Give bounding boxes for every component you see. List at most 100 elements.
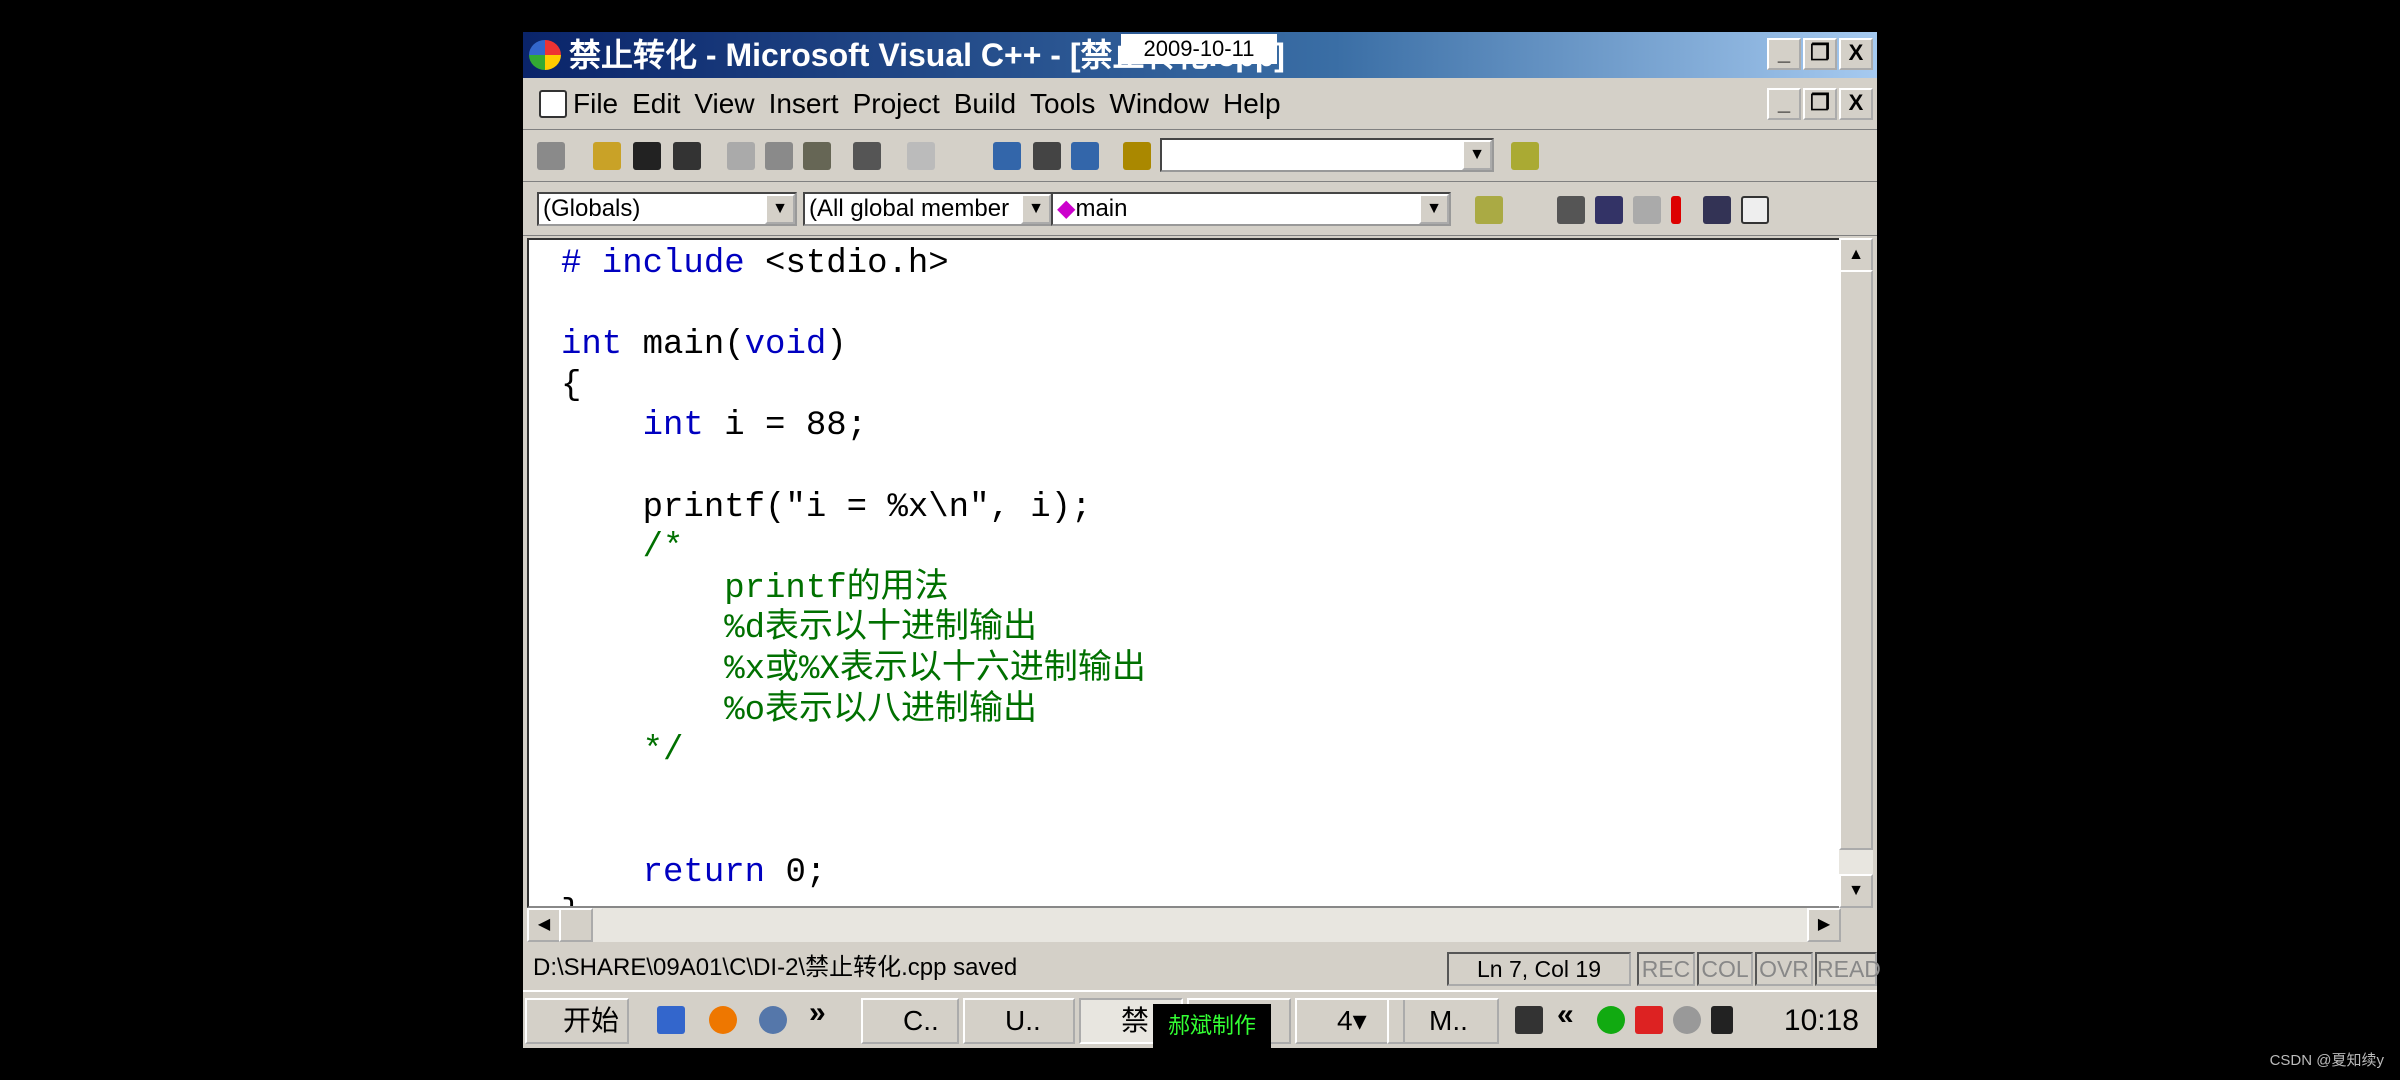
task-button[interactable]: M.. <box>1387 998 1499 1044</box>
chevron-down-icon[interactable]: ▼ <box>1021 194 1051 224</box>
menu-build[interactable]: Build <box>954 88 1016 120</box>
binoculars-icon[interactable] <box>1511 142 1539 170</box>
keyword: int <box>642 407 704 446</box>
doc-restore-button[interactable]: ❐ <box>1803 88 1837 120</box>
comment: /* <box>561 529 684 568</box>
chevron-down-icon[interactable]: ▼ <box>1462 140 1492 170</box>
close-button[interactable]: X <box>1839 38 1873 70</box>
menu-tools[interactable]: Tools <box>1030 88 1095 120</box>
code-line: printf的用法 <box>561 569 1146 610</box>
keyword: # include <box>561 245 766 283</box>
code-text: ) <box>826 326 847 365</box>
ovr-indicator: OVR <box>1755 952 1813 986</box>
code-text: 0; <box>765 853 827 892</box>
code-text: i = 88; <box>703 407 868 446</box>
comment: %d表示以十进制输出 <box>561 610 1038 649</box>
compile-icon[interactable] <box>1557 196 1585 224</box>
keyboard-icon[interactable] <box>1515 1006 1543 1034</box>
rec-indicator: REC <box>1637 952 1695 986</box>
window-list-icon[interactable] <box>1071 142 1099 170</box>
scroll-thumb-h[interactable] <box>559 908 593 942</box>
code-text: } <box>561 895 581 907</box>
function-combo[interactable]: ◆main ▼ <box>1051 192 1451 226</box>
code-line: int main(void) <box>561 325 1146 366</box>
execute-icon[interactable] <box>1671 196 1681 224</box>
wizard-bar: (Globals) ▼ (All global member ▼ ◆main ▼ <box>523 182 1877 236</box>
start-button[interactable]: 开始 <box>525 998 629 1044</box>
menu-bar: File Edit View Insert Project Build Tool… <box>523 78 1877 130</box>
tray-green-icon[interactable] <box>1597 1006 1625 1034</box>
copy-icon[interactable] <box>765 142 793 170</box>
tooltip: 郝斌制作 <box>1153 1004 1271 1048</box>
find-in-files-icon[interactable] <box>1123 142 1151 170</box>
menu-edit[interactable]: Edit <box>632 88 680 120</box>
doc-minimize-button[interactable]: _ <box>1767 88 1801 120</box>
code-editor[interactable]: # include <stdio.h> int main(void){ int … <box>527 238 1841 908</box>
scroll-thumb[interactable] <box>1839 270 1873 850</box>
menu-file[interactable]: File <box>573 88 618 120</box>
build-icon[interactable] <box>1595 196 1623 224</box>
ie-icon[interactable] <box>657 1006 685 1034</box>
menu-insert[interactable]: Insert <box>769 88 839 120</box>
scroll-down-icon[interactable]: ▼ <box>1839 874 1873 908</box>
media-player-icon[interactable] <box>759 1006 787 1034</box>
menu-window[interactable]: Window <box>1109 88 1209 120</box>
tray-chevron[interactable]: « <box>1557 998 1574 1032</box>
doc-close-button[interactable]: X <box>1839 88 1873 120</box>
new-file-icon[interactable] <box>537 142 565 170</box>
tray-gear-icon[interactable] <box>1673 1006 1701 1034</box>
scroll-right-icon[interactable]: ▶ <box>1807 908 1841 942</box>
code-line: } <box>561 894 1146 907</box>
output-icon[interactable] <box>1033 142 1061 170</box>
tray-signal-icon[interactable] <box>1711 1006 1733 1034</box>
chevron-down-icon[interactable]: ▼ <box>765 194 795 224</box>
title-bar: 禁止转化 - Microsoft Visual C++ - [禁止转化.cpp]… <box>523 32 1877 78</box>
task-button[interactable]: U.. <box>963 998 1075 1044</box>
undo-icon[interactable] <box>853 142 881 170</box>
menu-project[interactable]: Project <box>853 88 940 120</box>
task-button[interactable]: C.. <box>861 998 959 1044</box>
minimize-button[interactable]: _ <box>1767 38 1801 70</box>
code-text: printf("i = %x\n", i); <box>561 488 1092 527</box>
status-bar: D:\SHARE\09A01\C\DI-2\禁止转化.cpp saved Ln … <box>523 946 1881 990</box>
menu-view[interactable]: View <box>694 88 754 120</box>
stop-build-icon[interactable] <box>1633 196 1661 224</box>
code-line: */ <box>561 731 1146 772</box>
find-combo[interactable]: ▼ <box>1160 138 1494 172</box>
save-icon[interactable] <box>633 142 661 170</box>
restore-button[interactable]: ❐ <box>1803 38 1837 70</box>
workspace-icon[interactable] <box>993 142 1021 170</box>
quicklaunch-chevron[interactable]: » <box>809 996 826 1030</box>
vertical-scrollbar[interactable]: ▲ ▼ <box>1839 238 1873 908</box>
open-icon[interactable] <box>593 142 621 170</box>
members-combo[interactable]: (All global member ▼ <box>803 192 1053 226</box>
code-line: { <box>561 366 1146 407</box>
code-text: main( <box>622 326 745 365</box>
watermark: CSDN @夏知续y <box>2269 1052 2384 1069</box>
firefox-icon[interactable] <box>709 1006 737 1034</box>
comment: printf的用法 <box>561 569 949 608</box>
cut-icon[interactable] <box>727 142 755 170</box>
scroll-left-icon[interactable]: ◀ <box>527 908 561 942</box>
breakpoint-hand-icon[interactable] <box>1741 196 1769 224</box>
chevron-down-icon[interactable]: ▼ <box>1419 194 1449 224</box>
go-icon[interactable] <box>1703 196 1731 224</box>
paste-icon[interactable] <box>803 142 831 170</box>
standard-toolbar: ▼ <box>523 130 1877 182</box>
redo-icon[interactable] <box>907 142 935 170</box>
cursor-position: Ln 7, Col 19 <box>1447 952 1631 986</box>
scroll-up-icon[interactable]: ▲ <box>1839 238 1873 272</box>
wizard-action-icon[interactable] <box>1475 196 1503 224</box>
tray-network-icon[interactable] <box>1635 1006 1663 1034</box>
save-all-icon[interactable] <box>673 142 701 170</box>
code-line: %o表示以八进制输出 <box>561 691 1146 732</box>
menu-help[interactable]: Help <box>1223 88 1281 120</box>
scope-combo[interactable]: (Globals) ▼ <box>537 192 797 226</box>
horizontal-scrollbar[interactable]: ◀ ▶ <box>527 908 1841 942</box>
